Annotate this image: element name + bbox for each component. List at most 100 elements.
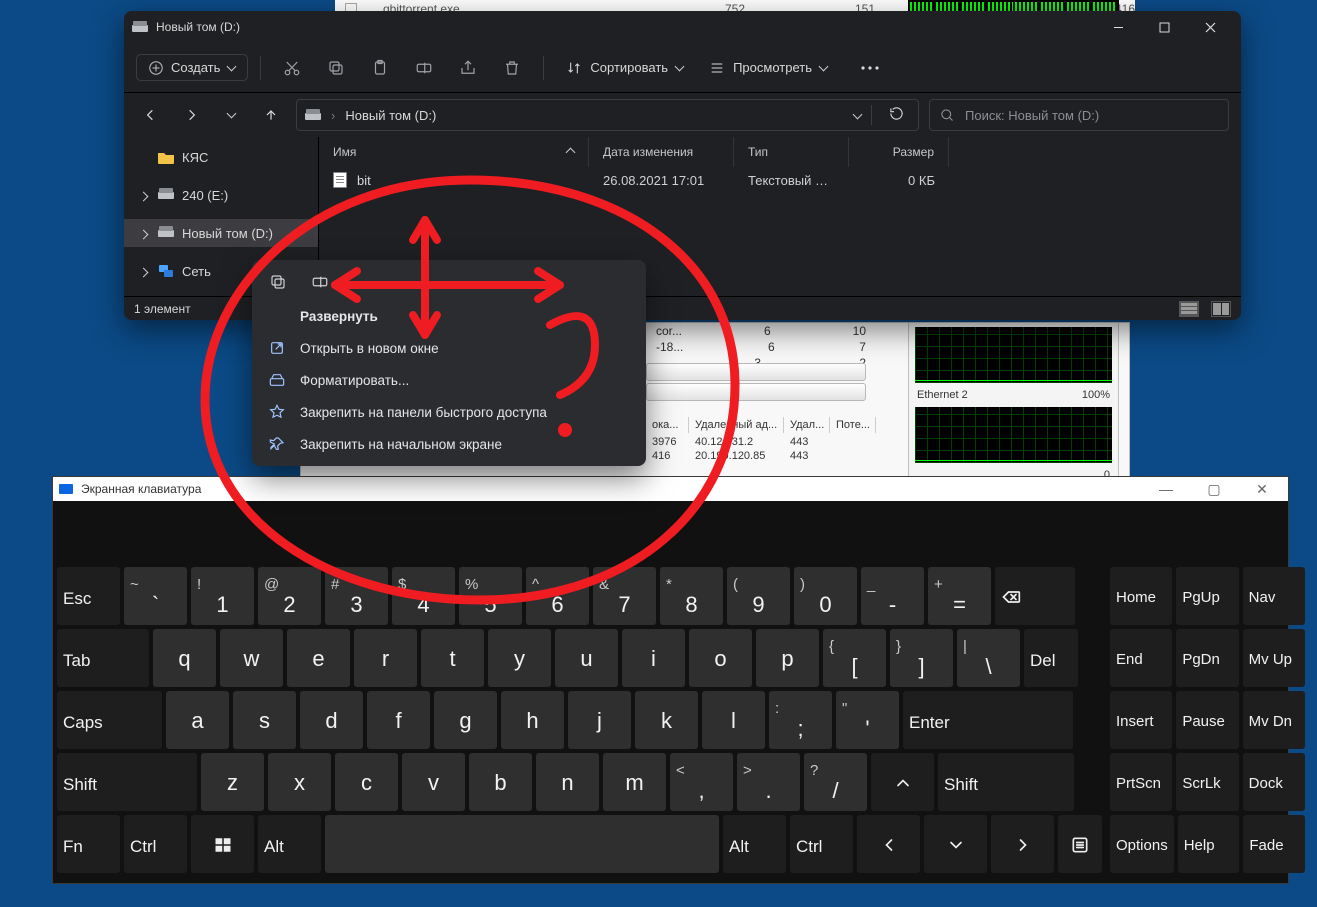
key-w[interactable]: w <box>220 629 283 687</box>
key-\[interactable]: |\ <box>957 629 1020 687</box>
key-[[interactable]: {[ <box>823 629 886 687</box>
menu-item-open-new-window[interactable]: Открыть в новом окне <box>252 332 646 364</box>
key-home[interactable]: Home <box>1110 567 1172 625</box>
key-alt[interactable]: Alt <box>723 815 786 873</box>
key-prtscn[interactable]: PrtScn <box>1110 753 1172 811</box>
rename-button[interactable] <box>405 50 443 86</box>
key-4[interactable]: $4 <box>392 567 455 625</box>
close-button[interactable]: ✕ <box>1242 481 1282 498</box>
key-;[interactable]: :; <box>769 691 832 749</box>
key-insert[interactable]: Insert <box>1110 691 1172 749</box>
key-del[interactable]: Del <box>1024 629 1078 687</box>
menu-item-format[interactable]: Форматировать... <box>252 364 646 396</box>
key-3[interactable]: #3 <box>325 567 388 625</box>
key-'[interactable]: "' <box>836 691 899 749</box>
key-2[interactable]: @2 <box>258 567 321 625</box>
back-button[interactable] <box>136 100 166 130</box>
key-0[interactable]: )0 <box>794 567 857 625</box>
key-enter[interactable]: Enter <box>903 691 1073 749</box>
key-shift[interactable]: Shift <box>57 753 197 811</box>
key--[interactable]: _- <box>861 567 924 625</box>
key-up[interactable] <box>871 753 934 811</box>
close-button[interactable] <box>1187 11 1233 43</box>
thumbnails-view-toggle[interactable] <box>1211 301 1231 317</box>
key-1[interactable]: !1 <box>191 567 254 625</box>
copy-icon[interactable] <box>268 272 288 292</box>
key-8[interactable]: *8 <box>660 567 723 625</box>
key-5[interactable]: %5 <box>459 567 522 625</box>
more-button[interactable] <box>851 50 889 86</box>
key-m[interactable]: m <box>603 753 666 811</box>
maximize-button[interactable]: ▢ <box>1194 481 1234 498</box>
key-fn[interactable]: Fn <box>57 815 120 873</box>
address-bar[interactable]: › Новый том (D:) <box>296 99 919 131</box>
key-nav[interactable]: Nav <box>1243 567 1305 625</box>
paste-button[interactable] <box>361 50 399 86</box>
key-g[interactable]: g <box>434 691 497 749</box>
tree-item-drive-d[interactable]: Новый том (D:) <box>124 219 318 247</box>
key-options[interactable]: Options <box>1110 815 1174 873</box>
search-input[interactable]: Поиск: Новый том (D:) <box>929 99 1229 131</box>
key-dock[interactable]: Dock <box>1243 753 1305 811</box>
maximize-button[interactable] <box>1141 11 1187 43</box>
key-pgdn[interactable]: PgDn <box>1176 629 1238 687</box>
key-d[interactable]: d <box>300 691 363 749</box>
key-esc[interactable]: Esc <box>57 567 120 625</box>
menu-item-pin-quick-access[interactable]: Закрепить на панели быстрого доступа <box>252 396 646 428</box>
key-y[interactable]: y <box>488 629 551 687</box>
key-b[interactable]: b <box>469 753 532 811</box>
tree-item-folder[interactable]: КЯС <box>124 143 318 171</box>
key-l[interactable]: l <box>702 691 765 749</box>
key-ctrl[interactable]: Ctrl <box>790 815 853 873</box>
key-7[interactable]: &7 <box>593 567 656 625</box>
key-c[interactable]: c <box>335 753 398 811</box>
copy-button[interactable] <box>317 50 355 86</box>
key-u[interactable]: u <box>555 629 618 687</box>
menu-item-expand[interactable]: Развернуть <box>252 300 646 332</box>
key-down[interactable] <box>924 815 987 873</box>
rename-icon[interactable] <box>310 272 330 292</box>
menu-item-pin-start[interactable]: Закрепить на начальном экране <box>252 428 646 460</box>
delete-button[interactable] <box>493 50 531 86</box>
refresh-button[interactable] <box>882 106 910 124</box>
key-9[interactable]: (9 <box>727 567 790 625</box>
column-name[interactable]: Имя <box>319 137 589 167</box>
tree-item-drive-e[interactable]: 240 (E:) <box>124 181 318 209</box>
key-=[interactable]: += <box>928 567 991 625</box>
forward-button[interactable] <box>176 100 206 130</box>
key-`[interactable]: ~` <box>124 567 187 625</box>
minimize-button[interactable]: — <box>1146 481 1186 497</box>
key-q[interactable]: q <box>153 629 216 687</box>
key-caps[interactable]: Caps <box>57 691 162 749</box>
key-end[interactable]: End <box>1110 629 1172 687</box>
recent-button[interactable] <box>216 100 246 130</box>
key-x[interactable]: x <box>268 753 331 811</box>
key-v[interactable]: v <box>402 753 465 811</box>
key-ctrl[interactable]: Ctrl <box>124 815 187 873</box>
key-shift[interactable]: Shift <box>938 753 1074 811</box>
file-row[interactable]: bit 26.08.2021 17:01 Текстовый докум... … <box>319 167 1241 193</box>
key-j[interactable]: j <box>568 691 631 749</box>
cut-button[interactable] <box>273 50 311 86</box>
share-button[interactable] <box>449 50 487 86</box>
key-scrlk[interactable]: ScrLk <box>1176 753 1238 811</box>
key-,[interactable]: <, <box>670 753 733 811</box>
up-button[interactable] <box>256 100 286 130</box>
key-left[interactable] <box>857 815 920 873</box>
key-h[interactable]: h <box>501 691 564 749</box>
key-t[interactable]: t <box>421 629 484 687</box>
new-button[interactable]: Создать <box>136 54 248 81</box>
column-type[interactable]: Тип <box>734 137 849 167</box>
details-view-toggle[interactable] <box>1179 301 1199 317</box>
column-date[interactable]: Дата изменения <box>589 137 734 167</box>
key-k[interactable]: k <box>635 691 698 749</box>
key-right[interactable] <box>991 815 1054 873</box>
key-pgup[interactable]: PgUp <box>1176 567 1238 625</box>
key-i[interactable]: i <box>622 629 685 687</box>
key-6[interactable]: ^6 <box>526 567 589 625</box>
minimize-button[interactable] <box>1095 11 1141 43</box>
key-space[interactable] <box>325 815 719 873</box>
key-bksp[interactable] <box>995 567 1075 625</box>
key-p[interactable]: p <box>756 629 819 687</box>
key-mvdn[interactable]: Mv Dn <box>1243 691 1305 749</box>
